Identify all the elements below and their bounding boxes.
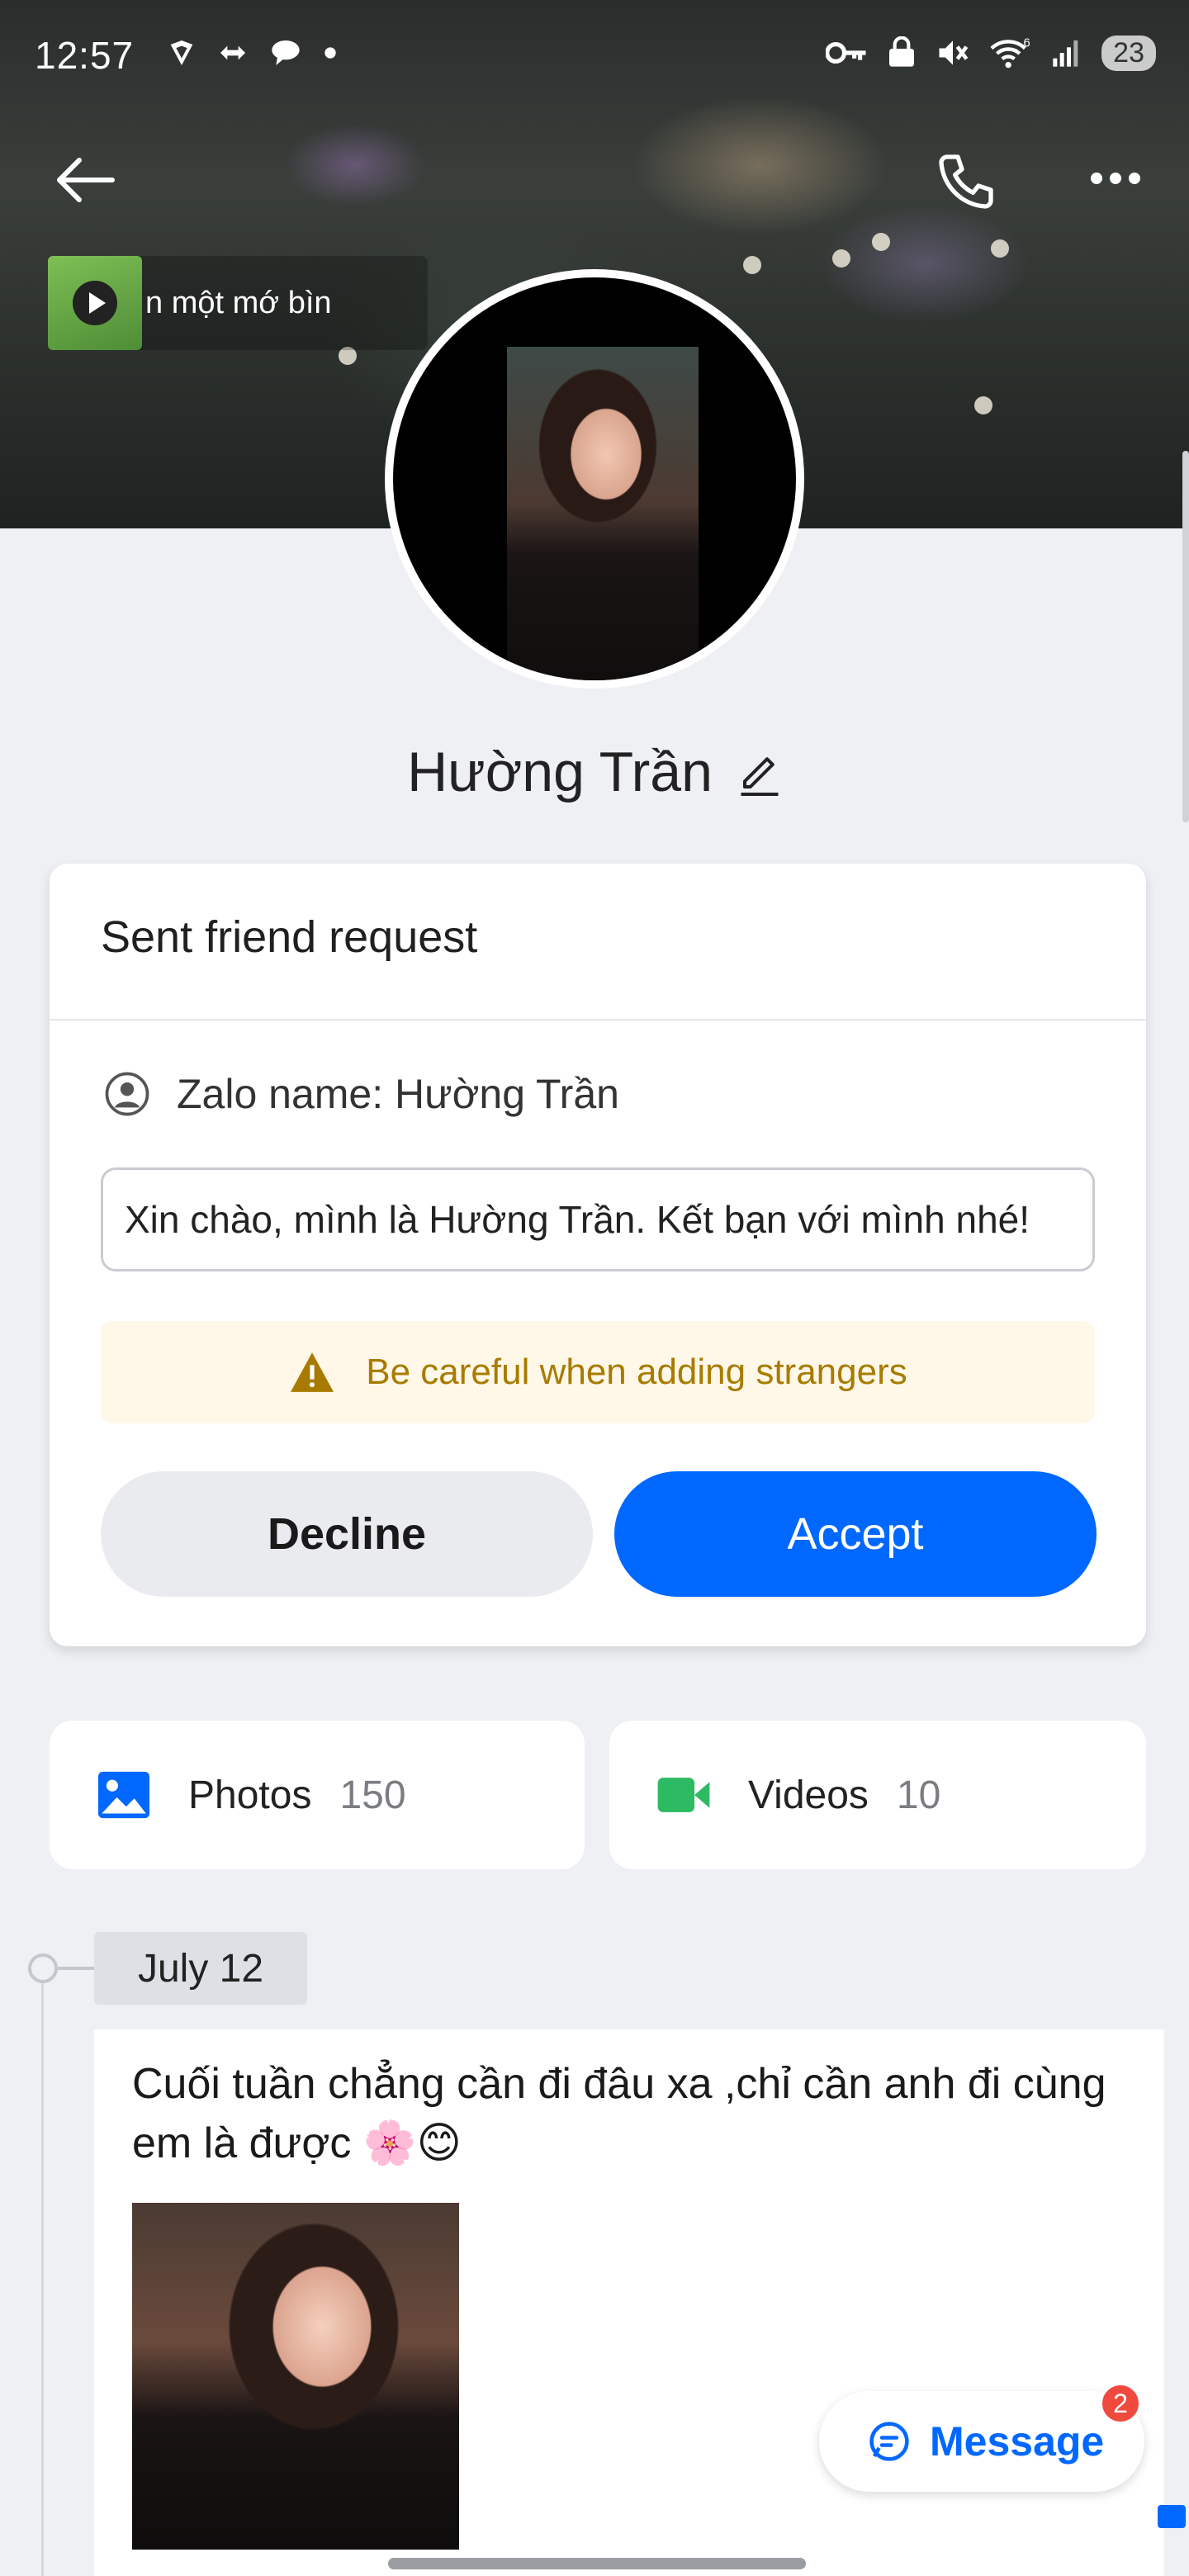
svg-text:6: 6 [1024,37,1030,50]
warning-text: Be careful when adding strangers [366,1352,907,1392]
decline-button[interactable]: Decline [101,1471,593,1597]
card-title: Sent friend request [101,912,478,962]
card-divider [50,1019,1146,1020]
status-time: 12:57 [35,34,135,77]
photos-count: 150 [339,1773,406,1817]
signal-icon [1053,40,1078,67]
zalo-name-label: Zalo name: Hường Trần [177,1071,619,1117]
lock-icon [889,36,915,67]
timeline-line [41,1973,44,2576]
message-label: Message [930,2418,1105,2465]
post-photo[interactable] [132,2203,459,2550]
edit-pencil-icon[interactable] [737,747,782,797]
status-bar: 12:57 6 23 [0,0,1189,107]
timeline-connector [58,1967,94,1970]
warning-triangle-icon [291,1352,334,1392]
scrollbar-thumb[interactable] [1182,451,1189,822]
videos-tile[interactable]: Videos 10 [609,1721,1146,1869]
arrow-left-icon [57,158,115,202]
photos-icon [98,1771,149,1819]
back-button[interactable] [53,155,119,205]
phone-icon [939,154,993,209]
folder-icon[interactable] [1158,2505,1186,2528]
dot-icon [324,47,336,59]
zalo-name-row: Zalo name: Hường Trần [104,1070,619,1118]
avatar-photo-frame [393,277,796,680]
key-icon [826,42,866,64]
more-button[interactable] [1087,162,1144,195]
videos-label: Videos [748,1773,869,1817]
profile-music-pill[interactable]: n một mớ bìn [48,256,428,350]
data-transfer-icon [220,45,245,60]
muted-icon [939,40,969,65]
stranger-warning-banner: Be careful when adding strangers [101,1321,1095,1423]
accept-button[interactable]: Accept [614,1471,1097,1597]
timeline-post[interactable]: Cuối tuần chẳng cần đi đâu xa ,chỉ cần a… [94,2029,1164,2576]
user-circle-icon [105,1072,149,1116]
more-dots-icon [1091,173,1140,184]
status-left-icons [165,36,339,69]
profile-name-row: Hường Trần [0,740,1189,804]
home-indicator[interactable] [388,2558,806,2569]
play-icon [73,281,117,325]
vpn-shield-icon [170,40,193,65]
timeline-date: July 12 [94,1932,307,2005]
music-title: n một mớ bìn [145,285,332,320]
avatar-photo [507,347,699,680]
friend-request-card: Sent friend request Zalo name: Hường Trầ… [50,864,1146,1646]
music-thumbnail [48,256,142,350]
photos-tile[interactable]: Photos 150 [50,1721,585,1869]
profile-name: Hường Trần [407,741,713,803]
profile-avatar[interactable] [385,269,804,689]
battery-indicator: 23 [1101,35,1156,71]
call-button[interactable] [933,149,999,215]
status-right-icons: 6 23 [826,35,1156,71]
post-text: Cuối tuần chẳng cần đi đâu xa ,chỉ cần a… [132,2060,1106,2167]
photos-label: Photos [188,1773,312,1817]
wifi-6-icon: 6 [990,37,1030,69]
unread-badge: 2 [1100,2383,1141,2424]
videos-count: 10 [896,1773,941,1817]
video-camera-icon [657,1778,710,1812]
timeline-dot [28,1953,58,1983]
chat-bubble-icon [272,40,300,65]
greeting-message-field: Xin chào, mình là Hường Trần. Kết bạn vớ… [101,1167,1095,1271]
message-bubble-icon [869,2422,909,2461]
message-button[interactable]: Message 2 [819,2383,1144,2492]
